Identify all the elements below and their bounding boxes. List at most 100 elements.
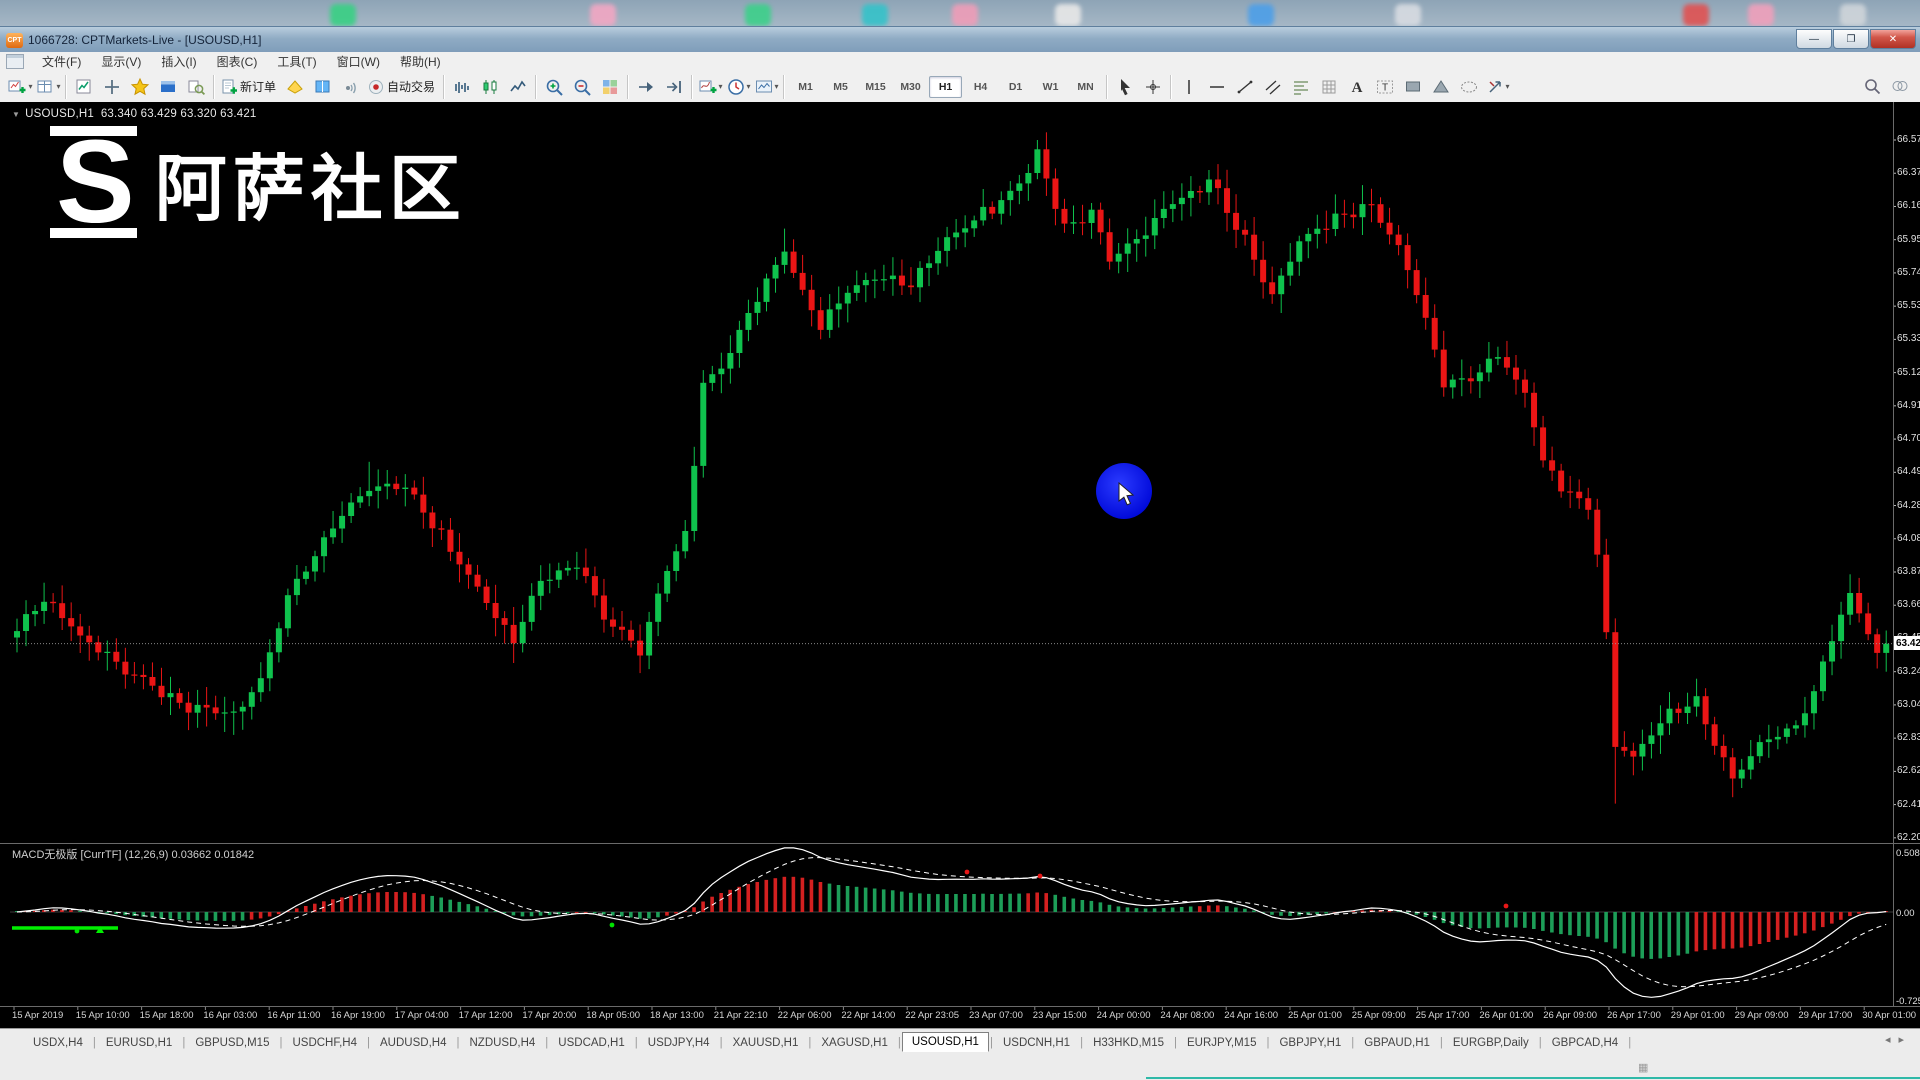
timeframe-m5[interactable]: M5: [824, 76, 857, 98]
svg-text:A: A: [1352, 80, 1363, 96]
menu-item-f[interactable]: 文件(F): [32, 51, 91, 72]
chart-shift-icon[interactable]: [661, 74, 687, 100]
text-label-icon[interactable]: T: [1372, 74, 1398, 100]
macd-signal-dot: [1038, 874, 1043, 879]
symbol-tab-gbpusd[interactable]: GBPUSD,M15: [186, 1034, 278, 1052]
price-axis-line: [1893, 102, 1894, 1006]
crosshair-icon[interactable]: [1140, 74, 1166, 100]
horizontal-line-icon[interactable]: [1204, 74, 1230, 100]
tab-scroll-arrows[interactable]: ◂▸: [1885, 1033, 1912, 1046]
symbol-tab-xagusd[interactable]: XAGUSD,H1: [812, 1034, 896, 1052]
symbol-tab-gbpjpy[interactable]: GBPJPY,H1: [1270, 1034, 1350, 1052]
tab-separator: |: [808, 1037, 811, 1049]
symbol-tab-eurjpy[interactable]: EURJPY,M15: [1178, 1034, 1265, 1052]
new-order-label: 新订单: [240, 78, 276, 95]
tile-windows-icon[interactable]: [597, 74, 623, 100]
navigator-icon[interactable]: [127, 74, 153, 100]
symbol-tab-h33hkd[interactable]: H33HKD,M15: [1084, 1034, 1173, 1052]
market-watch-icon[interactable]: [71, 74, 97, 100]
menu-item-v[interactable]: 显示(V): [91, 51, 151, 72]
auto-scroll-icon[interactable]: [633, 74, 659, 100]
editor-book-icon[interactable]: [310, 74, 336, 100]
symbol-tab-usdjpy[interactable]: USDJPY,H4: [639, 1034, 719, 1052]
profiles-icon[interactable]: ▾: [35, 74, 61, 100]
timeframe-w1[interactable]: W1: [1034, 76, 1067, 98]
timeframe-h4[interactable]: H4: [964, 76, 997, 98]
signals-icon[interactable]: [338, 74, 364, 100]
symbol-tab-usdcnh[interactable]: USDCNH,H1: [994, 1034, 1079, 1052]
timeframe-d1[interactable]: D1: [999, 76, 1032, 98]
line-chart-icon[interactable]: [505, 74, 531, 100]
channel-icon[interactable]: [1260, 74, 1286, 100]
time-tick-label: 17 Apr 12:00: [459, 1010, 513, 1021]
symbol-tab-usousd[interactable]: USOUSD,H1: [902, 1032, 989, 1052]
search-icon[interactable]: [1859, 73, 1885, 99]
scrollbar-accent[interactable]: [1146, 1077, 1920, 1079]
tab-separator: |: [990, 1037, 993, 1049]
timeframe-mn[interactable]: MN: [1069, 76, 1102, 98]
menu-item-w[interactable]: 窗口(W): [327, 51, 390, 72]
bar-chart-icon[interactable]: [449, 74, 475, 100]
symbol-tab-nzdusd[interactable]: NZDUSD,H4: [460, 1034, 544, 1052]
grid-icon[interactable]: [1316, 74, 1342, 100]
cursor-icon[interactable]: [1112, 74, 1138, 100]
timeframe-m15[interactable]: M15: [859, 76, 892, 98]
symbol-tab-usdcad[interactable]: USDCAD,H1: [549, 1034, 633, 1052]
timeframe-m30[interactable]: M30: [894, 76, 927, 98]
menu-item-i[interactable]: 插入(I): [151, 51, 206, 72]
symbol-tab-eurgbp[interactable]: EURGBP,Daily: [1444, 1034, 1538, 1052]
dropdown-caret-icon[interactable]: ▾: [1506, 82, 1510, 91]
community-icon[interactable]: [1887, 73, 1913, 99]
menu-item-h[interactable]: 帮助(H): [390, 51, 451, 72]
candlestick-icon[interactable]: [477, 74, 503, 100]
close-button[interactable]: ✕: [1870, 29, 1916, 49]
strategy-tester-icon[interactable]: [183, 74, 209, 100]
autotrading-icon[interactable]: 自动交易: [366, 74, 439, 100]
symbol-tab-eurusd[interactable]: EURUSD,H1: [97, 1034, 181, 1052]
chart-area[interactable]: ▼USOUSD,H1 63.340 63.429 63.320 63.421 S…: [0, 102, 1920, 1028]
macd-signal-dot: [1504, 904, 1509, 909]
minimize-button[interactable]: —: [1796, 29, 1832, 49]
templates-icon[interactable]: ▾: [753, 74, 779, 100]
symbol-tab-usdchf[interactable]: USDCHF,H4: [283, 1034, 366, 1052]
tab-scroll-right-icon[interactable]: ▸: [1898, 1034, 1912, 1046]
symbol-tab-gbpcad[interactable]: GBPCAD,H4: [1543, 1034, 1627, 1052]
periods-icon[interactable]: ▾: [725, 74, 751, 100]
symbol-tab-usdx[interactable]: USDX,H4: [24, 1034, 92, 1052]
zoom-in-icon[interactable]: [541, 74, 567, 100]
panel-divider[interactable]: [0, 843, 1920, 844]
trendline-icon[interactable]: [1232, 74, 1258, 100]
ellipse-icon[interactable]: [1456, 74, 1482, 100]
dropdown-caret-icon[interactable]: ▾: [56, 82, 60, 91]
vertical-line-icon[interactable]: [1176, 74, 1202, 100]
arrows-icon[interactable]: ▾: [1484, 74, 1510, 100]
new-chart-icon[interactable]: ▾: [7, 74, 33, 100]
symbol-tab-audusd[interactable]: AUDUSD,H4: [371, 1034, 455, 1052]
data-window-icon[interactable]: [99, 74, 125, 100]
time-tick-label: 26 Apr 17:00: [1607, 1010, 1661, 1021]
dropdown-caret-icon[interactable]: ▾: [747, 82, 751, 91]
dropdown-caret-icon[interactable]: ▾: [775, 82, 779, 91]
title-bar[interactable]: CPT 1066728: CPTMarkets-Live - [USOUSD,H…: [0, 26, 1920, 53]
tab-scroll-left-icon[interactable]: ◂: [1885, 1034, 1899, 1046]
metaeditor-icon[interactable]: [282, 74, 308, 100]
new-order-icon[interactable]: 新订单: [219, 74, 280, 100]
timeframe-h1[interactable]: H1: [929, 76, 962, 98]
grid-handle-icon[interactable]: ▦: [1638, 1061, 1648, 1074]
fibonacci-icon[interactable]: [1288, 74, 1314, 100]
maximize-button[interactable]: ❐: [1833, 29, 1869, 49]
symbol-tab-gbpaud[interactable]: GBPAUD,H1: [1355, 1034, 1439, 1052]
indicators-icon[interactable]: ▾: [697, 74, 723, 100]
triangle-icon[interactable]: [1428, 74, 1454, 100]
dropdown-caret-icon[interactable]: ▾: [28, 82, 32, 91]
rectangle-icon[interactable]: [1400, 74, 1426, 100]
dropdown-caret-icon[interactable]: ▾: [719, 82, 723, 91]
timeframe-m1[interactable]: M1: [789, 76, 822, 98]
symbol-tab-xauusd[interactable]: XAUUSD,H1: [724, 1034, 808, 1052]
menu-item-t[interactable]: 工具(T): [267, 51, 326, 72]
text-icon[interactable]: A: [1344, 74, 1370, 100]
time-tick-label: 23 Apr 15:00: [1033, 1010, 1087, 1021]
zoom-out-icon[interactable]: [569, 74, 595, 100]
terminal-icon[interactable]: [155, 74, 181, 100]
menu-item-c[interactable]: 图表(C): [207, 51, 268, 72]
